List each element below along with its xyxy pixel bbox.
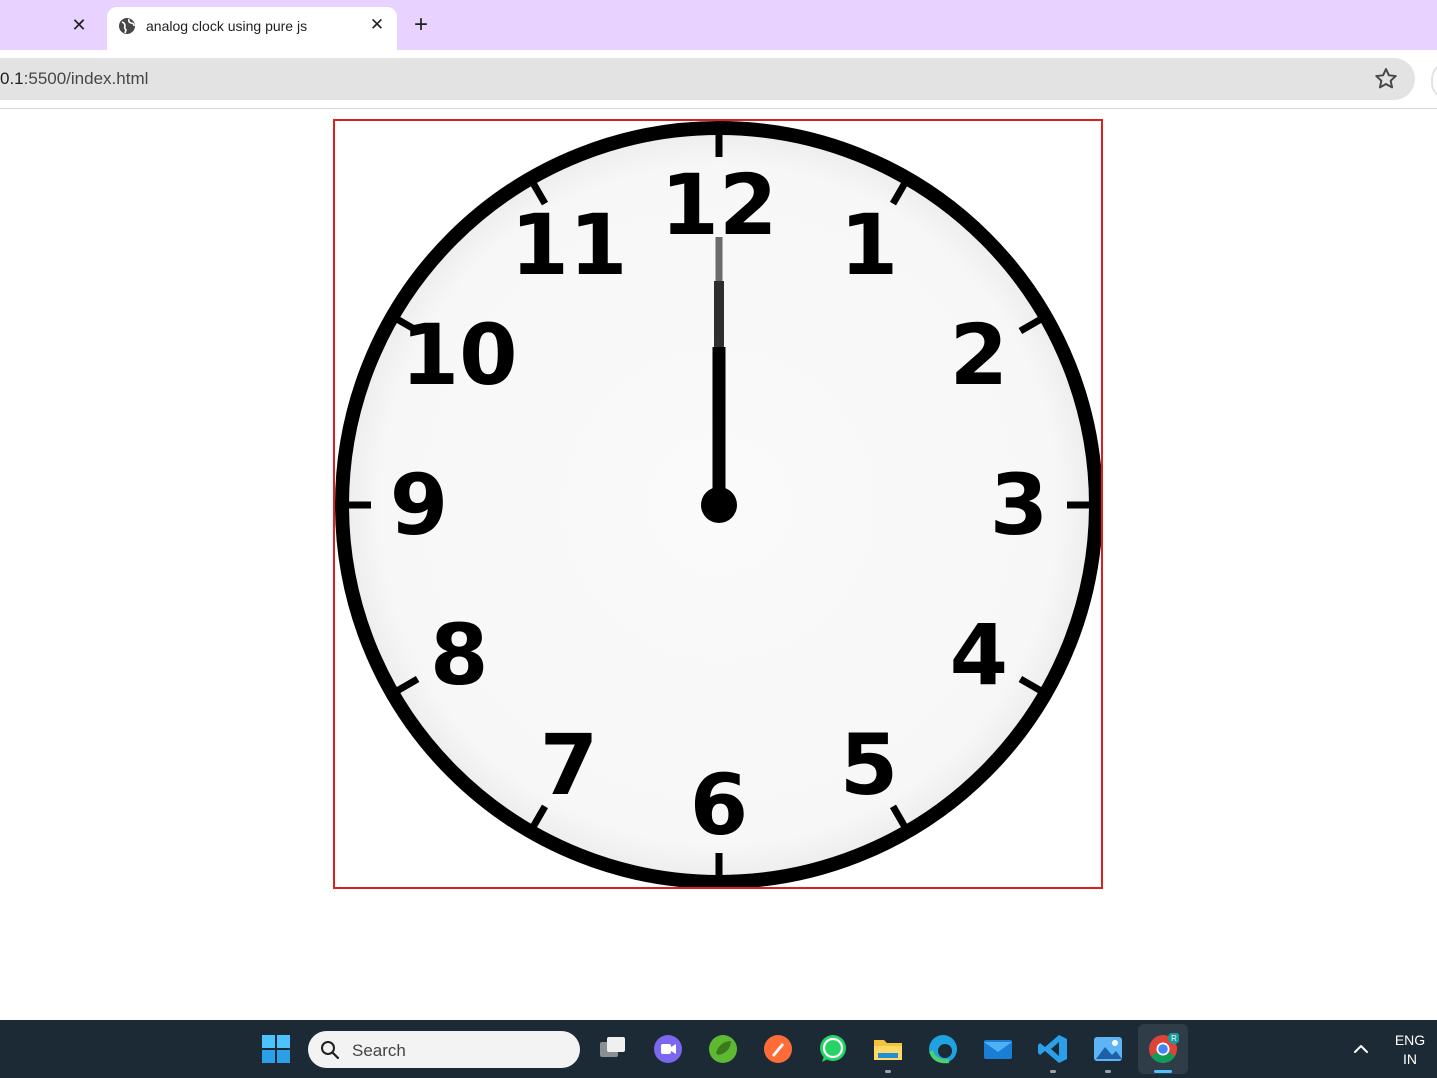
clock-container: 12 1 2 3 4 5 6 7 8 9 10 11 (333, 119, 1103, 889)
taskbar: Search R ENG IN (0, 1020, 1437, 1078)
running-indicator (885, 1070, 891, 1073)
tab-active[interactable]: analog clock using pure js ✕ (107, 7, 397, 50)
language-indicator[interactable]: ENG IN (1388, 1031, 1432, 1069)
url-text[interactable]: 0.1:5500/index.html (0, 69, 148, 89)
chevron-up-icon[interactable] (1349, 1037, 1373, 1061)
running-indicator (1050, 1070, 1056, 1073)
vscode-icon[interactable] (1035, 1031, 1071, 1067)
mail-icon[interactable] (980, 1031, 1016, 1067)
bookmark-star-icon[interactable] (1373, 66, 1399, 92)
url-host: 0.1 (0, 69, 24, 88)
file-explorer-icon[interactable] (870, 1031, 906, 1067)
clock-numeral: 10 (401, 306, 518, 404)
postman-icon[interactable] (760, 1031, 796, 1067)
clock-numeral: 3 (990, 456, 1048, 554)
url-path: :5500/index.html (23, 69, 149, 88)
edge-icon[interactable] (925, 1031, 961, 1067)
photos-icon[interactable] (1090, 1031, 1126, 1067)
browser-toolbar: 0.1:5500/index.html (0, 50, 1437, 109)
clock-numeral: 9 (390, 456, 448, 554)
active-indicator (1154, 1070, 1172, 1073)
clock-numeral: 6 (690, 756, 748, 854)
running-indicator (1105, 1070, 1111, 1073)
clock-numeral: 7 (540, 716, 598, 814)
previous-tab-close-icon[interactable]: ✕ (66, 12, 92, 38)
tab-strip: ✕ analog clock using pure js ✕ + (0, 0, 1437, 50)
search-placeholder: Search (352, 1041, 406, 1060)
language-code: ENG (1394, 1032, 1426, 1048)
spring-icon[interactable] (705, 1031, 741, 1067)
chrome-icon[interactable]: R (1145, 1031, 1181, 1067)
analog-clock: 12 1234567891011 (335, 121, 1101, 887)
address-bar[interactable]: 0.1:5500/index.html (0, 58, 1415, 100)
taskbar-search[interactable]: Search (308, 1031, 580, 1068)
clock-numeral: 1 (840, 196, 898, 294)
meet-icon[interactable] (650, 1031, 686, 1067)
clock-numeral: 8 (430, 606, 488, 704)
clock-center-pin (701, 487, 737, 523)
tab-title: analog clock using pure js (146, 18, 308, 34)
whatsapp-icon[interactable] (815, 1031, 851, 1067)
clock-numeral: 5 (840, 716, 898, 814)
svg-text:R: R (1171, 1034, 1177, 1043)
globe-icon (119, 18, 135, 34)
tab-close-icon[interactable]: ✕ (365, 12, 389, 36)
new-tab-button[interactable]: + (407, 11, 435, 39)
search-icon (321, 1041, 340, 1060)
clock-numeral: 2 (950, 306, 1008, 404)
clock-numeral: 4 (950, 606, 1008, 704)
start-icon[interactable] (258, 1031, 294, 1067)
clock-numeral: 11 (511, 196, 628, 294)
task-view-icon[interactable] (595, 1031, 631, 1067)
region-code: IN (1403, 1051, 1417, 1067)
